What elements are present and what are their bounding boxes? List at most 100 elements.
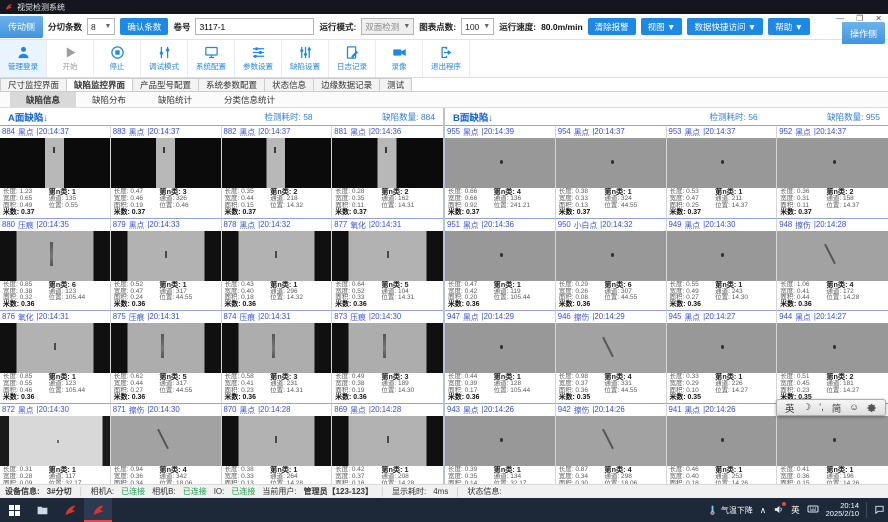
- defect-cell[interactable]: 871 擦伤 |20:14:30 长度: 0.94 宽度: 0.36 面积: 0…: [111, 403, 222, 484]
- defect-image[interactable]: [0, 416, 110, 466]
- defect-cell[interactable]: 875 压痕 |20:14:31 长度: 0.62 宽度: 0.44 面积: 0…: [111, 310, 222, 403]
- defect-image[interactable]: [445, 323, 555, 373]
- defect-cell[interactable]: 869 黑点 |20:14:28 长度: 0.42 宽度: 0.37 面积: 0…: [332, 403, 443, 484]
- roll-number-input[interactable]: [195, 18, 314, 35]
- defect-cell[interactable]: 876 氧化 |20:14:31 长度: 0.85 宽度: 0.55 面积: 0…: [0, 310, 111, 403]
- ime-language-toggle[interactable]: 英: [785, 401, 795, 415]
- action-button-defect[interactable]: 缺陷设置: [282, 40, 329, 77]
- defect-cell[interactable]: 952 黑点 |20:14:37 长度: 0.36 宽度: 0.31 面积: 0…: [777, 125, 888, 218]
- action-button-user[interactable]: 管理登录: [0, 40, 47, 77]
- defect-cell[interactable]: 945 黑点 |20:14:27 长度: 0.33 宽度: 0.29 面积: 0…: [667, 310, 778, 403]
- main-tab-4[interactable]: 状态信息: [265, 78, 314, 91]
- tray-expand-chevron-icon[interactable]: ∧: [760, 505, 766, 516]
- touch-keyboard-icon[interactable]: [807, 503, 819, 517]
- main-tab-6[interactable]: 测试: [380, 78, 412, 91]
- defect-cell[interactable]: 944 黑点 |20:14:27 长度: 0.51 宽度: 0.45 面积: 0…: [777, 310, 888, 403]
- ime-emoji-icon[interactable]: ☺: [849, 402, 859, 413]
- chart-points-select[interactable]: 100▼: [461, 18, 494, 35]
- start-button[interactable]: [0, 498, 28, 522]
- defect-cell[interactable]: 881 黑点 |20:14:36 长度: 0.28 宽度: 0.35 面积: 0…: [332, 125, 443, 218]
- defect-image[interactable]: [0, 323, 110, 373]
- defect-image[interactable]: [556, 416, 666, 466]
- taskbar-app-inspection-active[interactable]: [84, 498, 112, 522]
- taskbar-clock[interactable]: 20:14 2025/2/10: [826, 502, 859, 519]
- ime-fullwidth-moon-icon[interactable]: ☽: [803, 402, 812, 413]
- defect-cell[interactable]: 953 黑点 |20:14:37 长度: 0.53 宽度: 0.47 面积: 0…: [667, 125, 778, 218]
- defect-cell[interactable]: 943 黑点 |20:14:26 长度: 0.39 宽度: 0.35 面积: 0…: [445, 403, 556, 484]
- input-language-indicator[interactable]: 英: [791, 504, 800, 516]
- defect-cell[interactable]: 954 黑点 |20:14:37 长度: 0.38 宽度: 0.33 面积: 0…: [556, 125, 667, 218]
- sub-tab-1[interactable]: 缺陷分布: [76, 92, 142, 107]
- sub-tab-2[interactable]: 缺陷统计: [142, 92, 208, 107]
- defect-image[interactable]: [777, 138, 888, 188]
- defect-image[interactable]: [667, 323, 777, 373]
- run-mode-select[interactable]: 双面检测▼: [361, 18, 414, 35]
- taskbar-app-inspection[interactable]: [56, 498, 84, 522]
- help-menu-button[interactable]: 帮助 ▼: [768, 18, 810, 35]
- volume-icon[interactable]: [773, 504, 784, 517]
- defect-image[interactable]: [222, 323, 332, 373]
- main-tab-2[interactable]: 产品型号配置: [133, 78, 199, 91]
- defect-image[interactable]: [332, 138, 443, 188]
- defect-cell[interactable]: 878 黑点 |20:14:32 长度: 0.43 宽度: 0.40 面积: 0…: [222, 218, 333, 311]
- data-quick-access-button[interactable]: 数据快捷访问 ▼: [687, 18, 763, 35]
- defect-image[interactable]: [556, 231, 666, 281]
- defect-image[interactable]: [777, 416, 888, 466]
- action-button-camera[interactable]: 录像: [376, 40, 423, 77]
- defect-cell[interactable]: 947 黑点 |20:14:29 长度: 0.44 宽度: 0.39 面积: 0…: [445, 310, 556, 403]
- sub-tab-0[interactable]: 缺陷信息: [10, 92, 76, 107]
- defect-image[interactable]: [556, 323, 666, 373]
- action-button-stop[interactable]: 停止: [94, 40, 141, 77]
- main-tab-3[interactable]: 系统参数配置: [199, 78, 265, 91]
- confirm-count-button[interactable]: 确认条数: [120, 18, 168, 35]
- defect-image[interactable]: [777, 323, 888, 373]
- defect-image[interactable]: [0, 231, 110, 281]
- ime-punctuation-toggle[interactable]: ’,: [819, 402, 824, 413]
- clear-alarm-button[interactable]: 清除报警: [588, 18, 636, 35]
- action-button-play[interactable]: 开始: [47, 40, 94, 77]
- weather-widget[interactable]: 气温下降: [707, 505, 753, 516]
- defect-cell[interactable]: 949 黑点 |20:14:30 长度: 0.55 宽度: 0.49 面积: 0…: [667, 218, 778, 311]
- action-button-params[interactable]: 参数设置: [235, 40, 282, 77]
- defect-image[interactable]: [667, 231, 777, 281]
- defect-image[interactable]: [445, 138, 555, 188]
- main-tab-0[interactable]: 尺寸监控界面: [0, 78, 67, 91]
- notification-center-icon[interactable]: [874, 504, 885, 517]
- defect-image[interactable]: [111, 138, 221, 188]
- action-button-exit[interactable]: 退出程序: [423, 40, 470, 77]
- defect-image[interactable]: [332, 231, 443, 281]
- defect-image[interactable]: [332, 416, 443, 466]
- ime-simplified-toggle[interactable]: 简: [832, 401, 842, 415]
- defect-cell[interactable]: 874 压痕 |20:14:31 长度: 0.58 宽度: 0.41 面积: 0…: [222, 310, 333, 403]
- defect-cell[interactable]: 880 压痕 |20:14:35 长度: 0.85 宽度: 0.38 面积: 0…: [0, 218, 111, 311]
- defect-cell[interactable]: 955 黑点 |20:14:39 长度: 0.66 宽度: 0.66 面积: 0…: [445, 125, 556, 218]
- defect-image[interactable]: [445, 231, 555, 281]
- defect-image[interactable]: [222, 416, 332, 466]
- split-count-select[interactable]: 8▼: [87, 18, 115, 35]
- action-button-monitor[interactable]: 系统配置: [188, 40, 235, 77]
- action-button-debug[interactable]: 调试模式: [141, 40, 188, 77]
- defect-cell[interactable]: 879 黑点 |20:14:33 长度: 0.52 宽度: 0.47 面积: 0…: [111, 218, 222, 311]
- defect-image[interactable]: [111, 231, 221, 281]
- main-tab-5[interactable]: 边缘数据记录: [314, 78, 380, 91]
- defect-image[interactable]: [111, 323, 221, 373]
- operator-side-button[interactable]: 操作侧: [842, 22, 885, 44]
- defect-cell[interactable]: 951 黑点 |20:14:36 长度: 0.47 宽度: 0.42 面积: 0…: [445, 218, 556, 311]
- defect-image[interactable]: [445, 416, 555, 466]
- defect-image[interactable]: [222, 231, 332, 281]
- defect-cell[interactable]: 942 擦伤 |20:14:26 长度: 0.87 宽度: 0.34 面积: 0…: [556, 403, 667, 484]
- ime-settings-gear-icon[interactable]: [867, 403, 877, 413]
- defect-cell[interactable]: 882 黑点 |20:14:37 长度: 0.35 宽度: 0.44 面积: 0…: [222, 125, 333, 218]
- defect-cell[interactable]: 948 擦伤 |20:14:28 长度: 1.06 宽度: 0.41 面积: 0…: [777, 218, 888, 311]
- defect-cell[interactable]: 946 擦伤 |20:14:29 长度: 0.98 宽度: 0.37 面积: 0…: [556, 310, 667, 403]
- defect-image[interactable]: [556, 138, 666, 188]
- defect-image[interactable]: [332, 323, 443, 373]
- defect-image[interactable]: [667, 416, 777, 466]
- sub-tab-3[interactable]: 分类信息统计: [208, 92, 291, 107]
- defect-cell[interactable]: 873 压痕 |20:14:30 长度: 0.49 宽度: 0.38 面积: 0…: [332, 310, 443, 403]
- defect-cell[interactable]: 884 黑点 |20:14:37 长度: 1.23 宽度: 0.65 面积: 0…: [0, 125, 111, 218]
- defect-cell[interactable]: 950 小白点 |20:14:32 长度: 0.29 宽度: 0.26 面积: …: [556, 218, 667, 311]
- defect-image[interactable]: [222, 138, 332, 188]
- defect-cell[interactable]: 870 黑点 |20:14:28 长度: 0.38 宽度: 0.33 面积: 0…: [222, 403, 333, 484]
- action-button-log[interactable]: 日志记录: [329, 40, 376, 77]
